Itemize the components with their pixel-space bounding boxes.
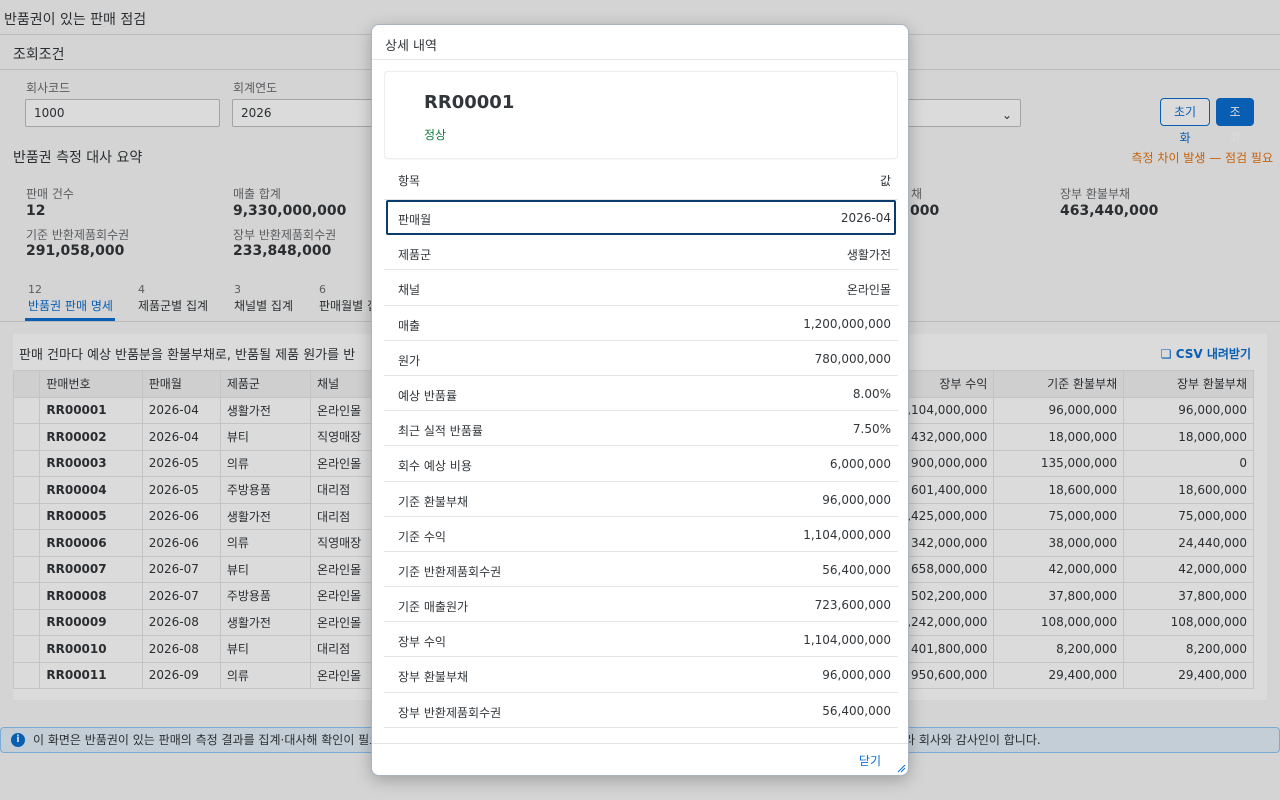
object-header: RR00001 정상 (384, 71, 898, 159)
detail-value: 생활가전 (846, 248, 891, 263)
detail-row[interactable]: 기준 환불부채 96,000,000 (384, 482, 898, 517)
detail-row[interactable]: 회수 예상 비용 6,000,000 (384, 446, 898, 482)
detail-value: 723,600,000 (814, 598, 891, 613)
detail-row[interactable]: 매출 1,200,000,000 (384, 306, 898, 341)
detail-value: 96,000,000 (822, 668, 891, 683)
status-badge: 정상 (424, 128, 447, 142)
detail-header-key: 항목 (398, 174, 421, 188)
detail-key: 매출 (398, 318, 421, 333)
divider (372, 743, 908, 744)
detail-row[interactable]: 장부 환불부채 96,000,000 (384, 657, 898, 693)
detail-value: 780,000,000 (814, 351, 891, 366)
detail-row[interactable]: 예상 반품률 8.00% (384, 376, 898, 412)
detail-row[interactable]: 제품군 생활가전 (384, 235, 898, 271)
detail-row[interactable]: 최근 실적 반품률 7.50% (384, 411, 898, 447)
dialog-body[interactable]: RR00001 정상 항목 값 판매월 2026-04 제품군 생활가전채널 온라인몰매… (384, 71, 898, 741)
detail-header-row: 항목 값 (384, 160, 898, 200)
detail-key: 기준 수익 (398, 529, 446, 544)
resize-handle-icon[interactable] (896, 763, 906, 773)
detail-key: 기준 반환제품회수권 (398, 564, 502, 579)
detail-value: 1,200,000,000 (803, 316, 891, 331)
detail-key: 장부 환불부채 (398, 670, 469, 685)
record-id: RR00001 (424, 92, 515, 113)
detail-value: 8.00% (852, 386, 891, 401)
detail-key: 예상 반품률 (398, 388, 458, 403)
detail-value: 6,000,000 (829, 457, 891, 472)
detail-key: 장부 반환제품회수권 (398, 705, 502, 720)
detail-row[interactable]: 장부 반환제품회수권 56,400,000 (384, 693, 898, 728)
detail-value: 56,400,000 (822, 703, 891, 718)
detail-key: 제품군 (398, 248, 432, 263)
dialog-title: 상세 내역 (385, 39, 437, 54)
detail-key: 판매월 (398, 213, 432, 227)
detail-value: 96,000,000 (822, 492, 891, 507)
detail-key: 최근 실적 반품률 (398, 424, 483, 439)
detail-key: 기준 매출원가 (398, 600, 469, 615)
detail-row[interactable]: 기준 매출원가 723,600,000 (384, 587, 898, 623)
close-button[interactable]: 닫기 (859, 752, 881, 769)
detail-row[interactable]: 채널 온라인몰 (384, 270, 898, 306)
detail-value: 1,104,000,000 (803, 633, 891, 648)
detail-table: 항목 값 판매월 2026-04 제품군 생활가전채널 온라인몰매출 1,200,000,… (384, 160, 898, 728)
detail-value: 56,400,000 (822, 562, 891, 577)
detail-key: 채널 (398, 283, 421, 298)
detail-row[interactable]: 판매월 2026-04 (386, 200, 896, 236)
detail-value: 2026-04 (840, 211, 891, 225)
detail-value: 온라인몰 (846, 283, 891, 298)
detail-key: 기준 환불부채 (398, 494, 469, 509)
detail-key: 원가 (398, 353, 421, 368)
detail-row[interactable]: 장부 수익 1,104,000,000 (384, 622, 898, 658)
divider (372, 59, 908, 60)
detail-row[interactable]: 원가 780,000,000 (384, 341, 898, 376)
detail-value: 1,104,000,000 (803, 527, 891, 542)
detail-value: 7.50% (852, 422, 891, 437)
detail-row[interactable]: 기준 반환제품회수권 56,400,000 (384, 552, 898, 588)
detail-header-value: 값 (879, 174, 891, 188)
detail-dialog: 상세 내역 RR00001 정상 항목 값 판매월 2026-04 제품군 생활가전채… (371, 24, 909, 776)
detail-key: 회수 예상 비용 (398, 459, 472, 474)
detail-key: 장부 수익 (398, 635, 446, 650)
detail-row[interactable]: 기준 수익 1,104,000,000 (384, 517, 898, 552)
